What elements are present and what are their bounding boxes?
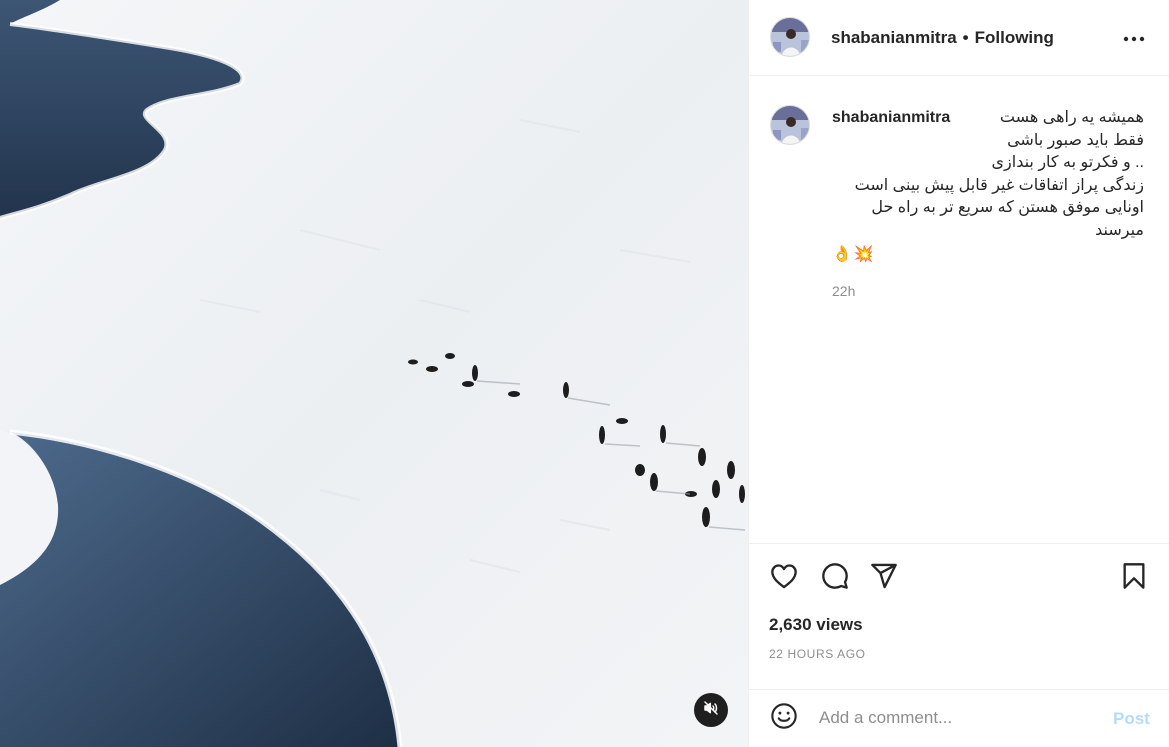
ok-hand-emoji: 👌 bbox=[832, 246, 852, 263]
posted-time[interactable]: 22 HOURS AGO bbox=[769, 647, 866, 661]
video-frame bbox=[0, 0, 748, 747]
avatar[interactable] bbox=[770, 105, 810, 145]
comment-input[interactable] bbox=[819, 705, 1099, 731]
caption-line-2: فقط باید صبور باشی bbox=[1007, 131, 1144, 149]
following-button[interactable]: Following bbox=[975, 28, 1054, 47]
post-media[interactable] bbox=[0, 0, 748, 747]
username-link[interactable]: shabanianmitra bbox=[831, 28, 957, 47]
caption-line-5: اونایی موفق هستن که سریع تر به راه حل bbox=[871, 199, 1144, 216]
comment-bar: Post bbox=[749, 689, 1169, 747]
post-actions: 2,630 views 22 HOURS AGO bbox=[749, 543, 1169, 693]
paper-plane-icon bbox=[870, 563, 898, 594]
speaker-muted-icon bbox=[703, 700, 719, 721]
collision-emoji: 💥 bbox=[853, 246, 874, 263]
view-count[interactable]: 2,630 views bbox=[769, 615, 863, 635]
caption-timestamp[interactable]: 22h bbox=[832, 283, 855, 299]
caption-text: shabanianmitra همیشه یه راهی هست فقط باید… bbox=[832, 107, 1144, 267]
comment-bubble-icon bbox=[821, 562, 849, 595]
more-options-button[interactable] bbox=[1121, 25, 1147, 51]
bookmark-icon bbox=[1122, 562, 1146, 595]
save-button[interactable] bbox=[1117, 561, 1151, 595]
like-button[interactable] bbox=[767, 561, 801, 595]
share-button[interactable] bbox=[867, 561, 901, 595]
emoji-picker-button[interactable] bbox=[767, 701, 801, 735]
post-comment-button[interactable]: Post bbox=[1113, 709, 1150, 729]
post-caption: shabanianmitra همیشه یه راهی هست فقط باید… bbox=[749, 77, 1169, 543]
more-horizontal-icon bbox=[1123, 29, 1145, 47]
mute-toggle-button[interactable] bbox=[694, 693, 728, 727]
smiley-icon bbox=[770, 702, 798, 735]
caption-line-3: .. و فکرتو به کار بندازی bbox=[991, 154, 1145, 171]
post-header: shabanianmitra • Following bbox=[749, 0, 1169, 76]
comment-button[interactable] bbox=[818, 561, 852, 595]
caption-line-6: میرسند bbox=[1095, 221, 1144, 239]
avatar[interactable] bbox=[770, 17, 810, 57]
caption-emoji-row: 👌 💥 bbox=[832, 244, 1144, 267]
post-side-panel: shabanianmitra • Following shabanianmitr… bbox=[748, 0, 1169, 747]
caption-line-4: زندگی پراز اتفاقات غیر قابل پیش بینی است bbox=[854, 176, 1144, 194]
heart-icon bbox=[770, 563, 798, 594]
header-user-line: shabanianmitra • Following bbox=[831, 28, 1054, 48]
separator-dot: • bbox=[962, 28, 969, 47]
caption-username[interactable]: shabanianmitra bbox=[832, 107, 950, 130]
caption-line-1: shabanianmitra همیشه یه راهی هست bbox=[832, 107, 1144, 130]
